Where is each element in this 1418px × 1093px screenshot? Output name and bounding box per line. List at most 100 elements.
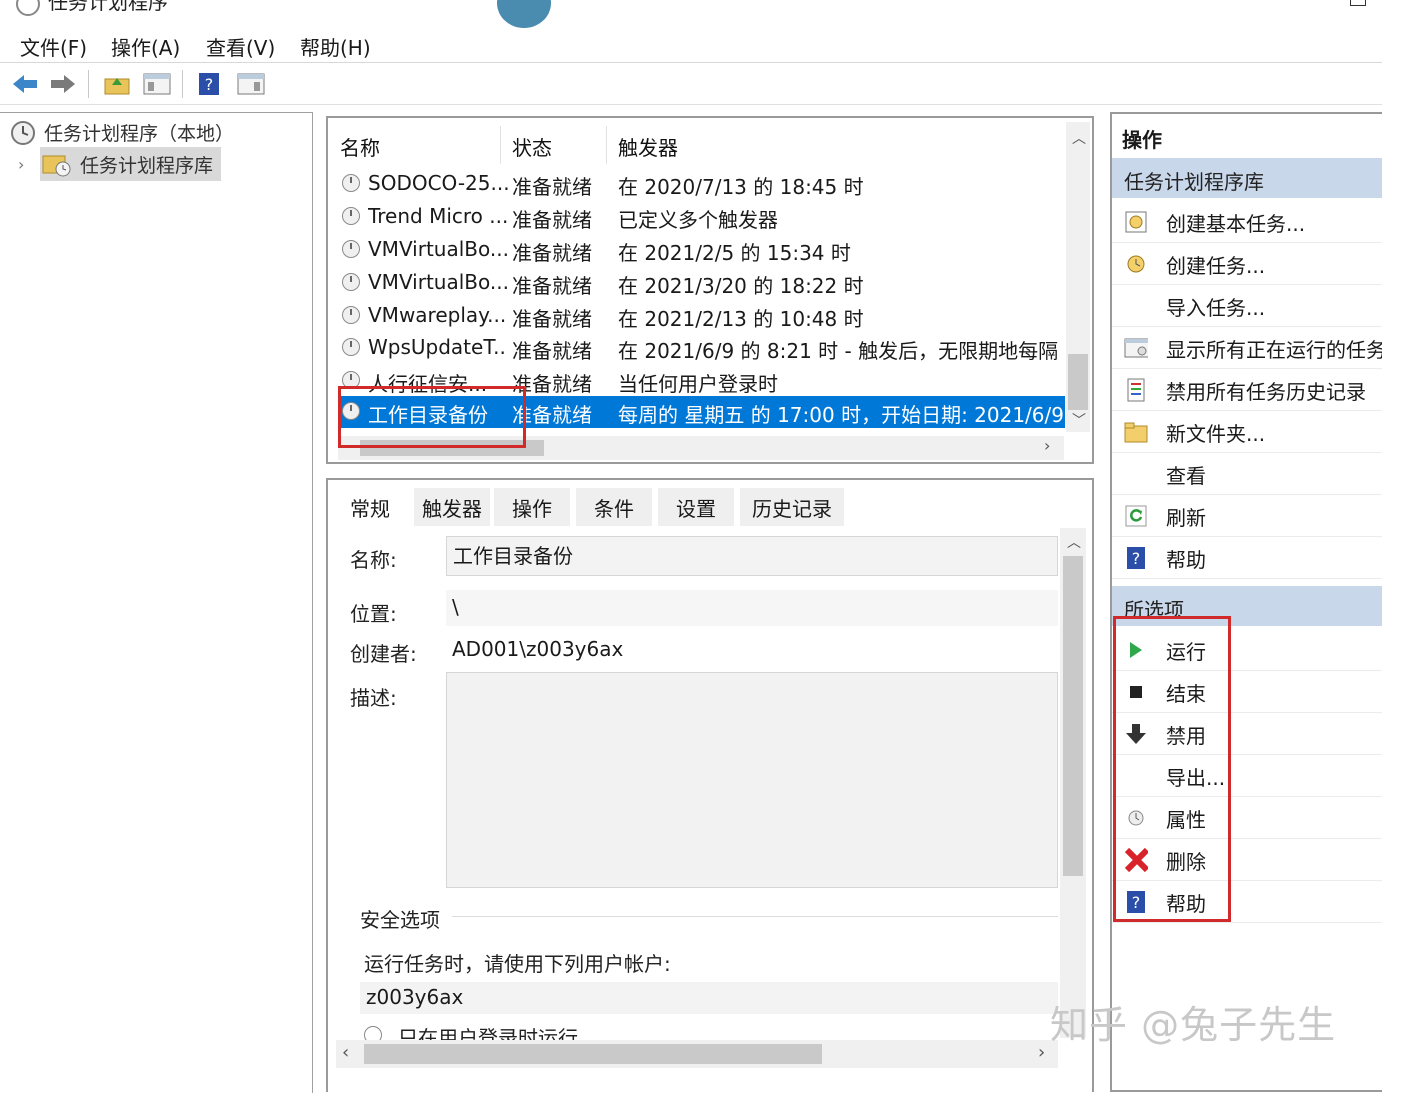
task-list-vscrollbar[interactable]: ︿ ﹀ xyxy=(1066,122,1090,432)
author-field: AD001\z003y6ax xyxy=(446,632,1058,668)
task-status-cell: 准备就绪 xyxy=(512,274,592,298)
clock-icon xyxy=(11,120,35,145)
task-row[interactable]: Trend Micro ... 准备就绪 已定义多个触发器 xyxy=(338,201,1065,233)
action-item-label: 导入任务... xyxy=(1166,296,1266,320)
action-item[interactable]: 导入任务... xyxy=(1112,284,1382,327)
task-status-cell: 准备就绪 xyxy=(512,307,592,331)
details-hscroll-thumb[interactable] xyxy=(364,1044,822,1064)
menu-view[interactable]: 查看(V) xyxy=(206,32,275,61)
details-scroll-left-icon[interactable]: ‹ xyxy=(342,1042,349,1063)
actions-pane: 操作 任务计划程序库 创建基本任务... 创建任务... 导入任务... 显示所有正在… xyxy=(1110,112,1382,1092)
console-tree: 任务计划程序（本地） › 任务计划程序库 xyxy=(0,112,313,1093)
security-options-title: 安全选项 xyxy=(360,904,448,933)
security-user-field: z003y6ax xyxy=(360,982,1058,1014)
folder-clock-icon xyxy=(42,155,71,177)
name-field[interactable]: 工作目录备份 xyxy=(446,536,1058,576)
details-vscrollbar[interactable]: ︿ xyxy=(1060,528,1086,1038)
column-header-trigger[interactable]: 触发器 xyxy=(618,132,678,161)
action-item[interactable]: 创建任务... xyxy=(1112,242,1382,285)
description-field[interactable] xyxy=(446,672,1058,888)
task-row[interactable]: WpsUpdateT... 准备就绪 在 2021/6/9 的 8:21 时 - 触… xyxy=(338,332,1065,364)
forward-icon[interactable] xyxy=(48,70,78,98)
task-name-cell: VMVirtualBo... xyxy=(368,237,508,261)
run-only-when-logged-on-label: 只在用户登录时运行 xyxy=(398,1026,578,1040)
action-item-label: 新文件夹... xyxy=(1166,422,1266,446)
task-row[interactable]: VMVirtualBo... 准备就绪 在 2021/3/20 的 18:22 时 xyxy=(338,267,1065,299)
task-trigger-cell: 在 2021/6/9 的 8:21 时 - 触发后，无限期地每隔 xyxy=(618,339,1059,363)
tree-item-label: 任务计划程序库 xyxy=(80,154,214,177)
action-item[interactable]: 显示所有正在运行的任务 xyxy=(1112,326,1382,369)
menu-action[interactable]: 操作(A) xyxy=(111,32,180,61)
section-task-library[interactable]: 任务计划程序库 xyxy=(1112,158,1382,198)
show-hide-console-tree-icon[interactable] xyxy=(142,70,172,98)
task-status-cell: 准备就绪 xyxy=(512,339,592,363)
show-hide-action-pane-icon[interactable] xyxy=(236,70,266,98)
action-item[interactable]: 新文件夹... xyxy=(1112,410,1382,453)
scroll-up-arrow-icon[interactable]: ︿ xyxy=(1072,128,1086,148)
action-item[interactable]: 查看 xyxy=(1112,452,1382,495)
action-item[interactable]: ? 帮助 xyxy=(1112,536,1382,579)
task-clock-icon xyxy=(342,273,360,291)
up-folder-icon[interactable] xyxy=(102,70,132,98)
task-clock-icon xyxy=(342,174,360,192)
column-header-name[interactable]: 名称 xyxy=(340,132,380,161)
tree-item-task-library[interactable]: 任务计划程序库 xyxy=(40,147,222,181)
action-item-label: 显示所有正在运行的任务 xyxy=(1166,338,1382,362)
tab-conditions[interactable]: 条件 xyxy=(576,488,652,526)
task-name-cell: VMwareplay... xyxy=(368,303,507,327)
task-trigger-cell: 在 2021/2/13 的 10:48 时 xyxy=(618,307,864,331)
task-status-cell: 准备就绪 xyxy=(512,208,592,232)
tree-root[interactable]: 任务计划程序（本地） xyxy=(10,119,234,146)
create-basic-task-icon xyxy=(1124,210,1148,234)
help-icon: ? xyxy=(1124,546,1148,570)
vscroll-thumb[interactable] xyxy=(1068,354,1088,410)
scroll-down-arrow-icon[interactable]: ﹀ xyxy=(1072,410,1086,430)
task-row[interactable]: SODOCO-25... 准备就绪 在 2020/7/13 的 18:45 时 xyxy=(338,168,1065,200)
column-header-status[interactable]: 状态 xyxy=(512,132,552,161)
help-toolbar-icon[interactable]: ? xyxy=(194,70,224,98)
refresh-icon xyxy=(1124,504,1148,528)
action-item[interactable]: 刷新 xyxy=(1112,494,1382,537)
action-item-label: 帮助 xyxy=(1166,548,1206,572)
action-item-label: 创建基本任务... xyxy=(1166,212,1306,236)
title-bar: 任务计划程序 xyxy=(0,0,1418,18)
menu-file[interactable]: 文件(F) xyxy=(20,32,87,61)
details-scroll-up-icon[interactable]: ︿ xyxy=(1067,532,1081,552)
action-item-label: 查看 xyxy=(1166,464,1206,488)
task-name-cell: SODOCO-25... xyxy=(368,171,508,195)
highlight-selected-task xyxy=(338,386,526,448)
location-field: \ xyxy=(446,590,1058,626)
details-hscrollbar[interactable]: ‹ › xyxy=(336,1040,1058,1068)
tab-actions[interactable]: 操作 xyxy=(494,488,570,526)
tab-history[interactable]: 历史记录 xyxy=(740,488,844,526)
task-status-cell: 准备就绪 xyxy=(512,241,592,265)
back-icon[interactable] xyxy=(10,70,40,98)
action-item[interactable]: 创建基本任务... xyxy=(1112,200,1382,243)
tab-general[interactable]: 常规 xyxy=(332,488,408,526)
tree-root-label: 任务计划程序（本地） xyxy=(44,123,235,145)
action-item[interactable]: 禁用所有任务历史记录 xyxy=(1112,368,1382,411)
task-row[interactable]: VMwareplay... 准备就绪 在 2021/2/13 的 10:48 时 xyxy=(338,300,1065,332)
watermark: 知乎 @兔子先生 xyxy=(1050,1003,1337,1047)
scroll-right-arrow-icon[interactable]: › xyxy=(1044,436,1050,455)
svg-text:?: ? xyxy=(1132,549,1141,568)
task-trigger-cell: 在 2021/3/20 的 18:22 时 xyxy=(618,274,864,298)
task-status-cell: 准备就绪 xyxy=(512,372,592,396)
running-tasks-icon xyxy=(1124,336,1148,360)
task-trigger-cell: 每周的 星期五 的 17:00 时，开始日期: 2021/6/9 xyxy=(618,403,1063,427)
details-scroll-right-icon[interactable]: › xyxy=(1038,1042,1045,1063)
tab-settings[interactable]: 设置 xyxy=(658,488,734,526)
details-vscroll-thumb[interactable] xyxy=(1063,556,1083,876)
action-item-label: 创建任务... xyxy=(1166,254,1266,278)
menu-help[interactable]: 帮助(H) xyxy=(300,32,371,61)
toolbar: ? xyxy=(0,64,1382,105)
task-status-cell: 准备就绪 xyxy=(512,175,592,199)
task-status-cell: 准备就绪 xyxy=(512,403,592,427)
task-details-panel: 常规 触发器 操作 条件 设置 历史记录 名称: 工作目录备份 位置: \ 创建… xyxy=(326,478,1094,1092)
task-clock-icon xyxy=(342,306,360,324)
task-row[interactable]: VMVirtualBo... 准备就绪 在 2021/2/5 的 15:34 时 xyxy=(338,234,1065,266)
expand-chevron-icon[interactable]: › xyxy=(18,155,24,174)
tab-triggers[interactable]: 触发器 xyxy=(414,488,490,526)
task-trigger-cell: 当任何用户登录时 xyxy=(618,372,778,396)
maximize-button[interactable] xyxy=(1350,0,1366,6)
